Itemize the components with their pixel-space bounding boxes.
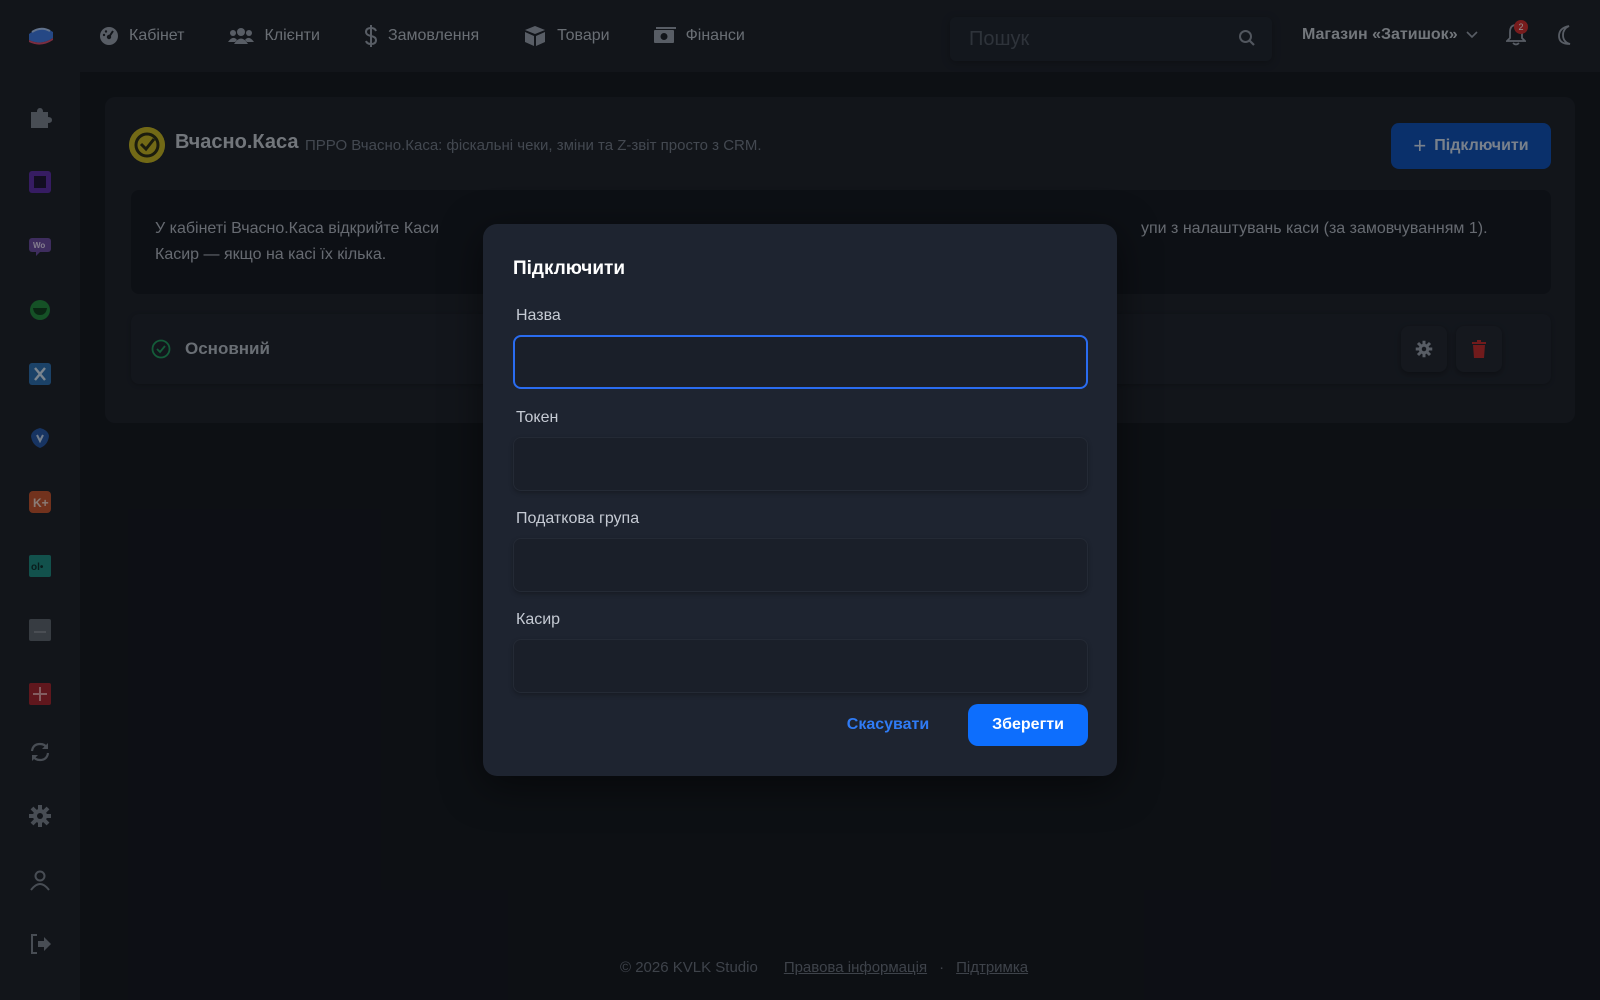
cashier-field[interactable] [513,639,1088,693]
name-field[interactable] [513,335,1088,389]
modal-title: Підключити [513,258,626,279]
tax-group-label: Податкова група [516,510,640,527]
connect-modal: Підключити Назва Токен Податкова група К… [483,224,1117,776]
token-label: Токен [516,409,559,426]
cashier-label: Касир [516,611,561,628]
save-button[interactable]: Зберегти [968,704,1088,746]
token-field[interactable] [513,437,1088,491]
name-label: Назва [516,307,561,324]
cancel-button[interactable]: Скасувати [833,704,943,746]
tax-group-field[interactable] [513,538,1088,592]
